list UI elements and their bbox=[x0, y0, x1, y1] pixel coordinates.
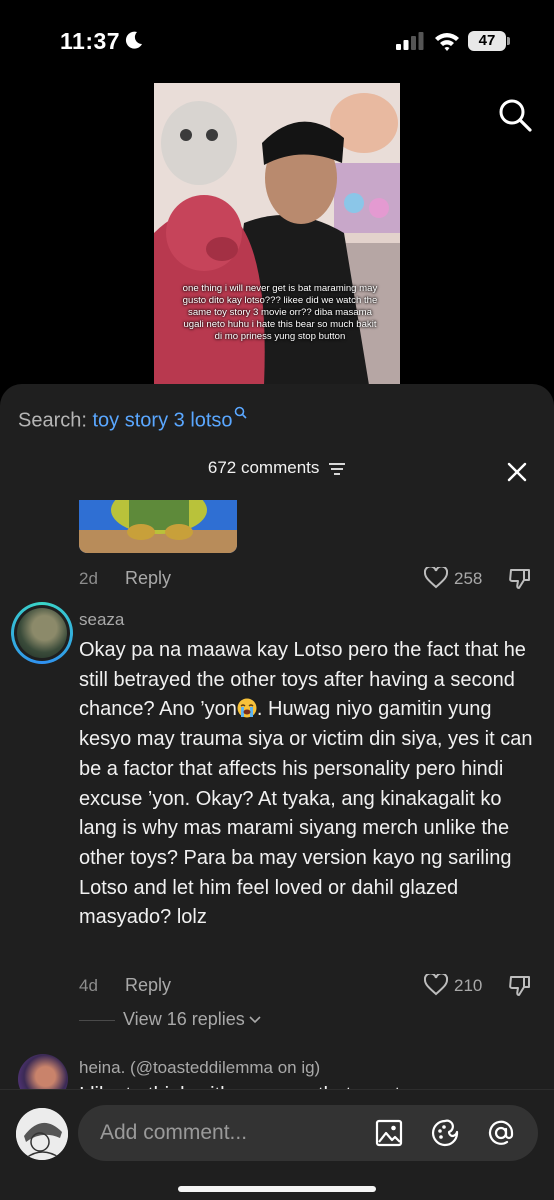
avatar[interactable] bbox=[16, 1108, 68, 1160]
like-count: 210 bbox=[454, 976, 483, 995]
status-bar: 11:37 47 bbox=[0, 0, 554, 80]
comment-age: 2d bbox=[79, 569, 98, 588]
comment-image[interactable] bbox=[79, 500, 237, 553]
chevron-down-icon bbox=[249, 1016, 261, 1024]
dislike-icon[interactable] bbox=[508, 566, 532, 590]
heart-icon[interactable] bbox=[424, 567, 448, 589]
sticker-icon[interactable] bbox=[430, 1118, 460, 1148]
signal-icon bbox=[396, 32, 424, 50]
status-time: 11:37 bbox=[60, 28, 121, 54]
search-icon[interactable] bbox=[497, 97, 533, 133]
comment-input-pill[interactable] bbox=[78, 1105, 538, 1161]
search-label: Search: bbox=[18, 409, 87, 432]
battery-level: 47 bbox=[468, 31, 506, 51]
filter-icon[interactable] bbox=[328, 462, 346, 476]
heart-icon[interactable] bbox=[424, 974, 448, 996]
moon-icon bbox=[125, 31, 142, 49]
comment-age: 4d bbox=[79, 976, 98, 995]
view-replies-button[interactable]: View 16 replies bbox=[79, 1009, 261, 1030]
like-count: 258 bbox=[454, 569, 483, 588]
comment-username[interactable]: heina. (@toasteddilemma on ig) bbox=[79, 1058, 320, 1078]
comments-count: 672 comments bbox=[207, 458, 320, 477]
comments-sheet: Search: toy story 3 lotso 672 comments 2… bbox=[0, 384, 554, 1200]
comment-text: Okay pa na maawa kay Lotso pero the fact… bbox=[79, 636, 541, 933]
battery-icon: 47 bbox=[468, 31, 510, 51]
video-caption: one thing i will never get is bat marami… bbox=[182, 283, 378, 342]
video-thumbnail[interactable]: one thing i will never get is bat marami… bbox=[154, 83, 400, 385]
comment-text-part2: . Huwag niyo gamitin yung kesyo may trau… bbox=[79, 698, 533, 929]
view-replies-label: View 16 replies bbox=[123, 1009, 245, 1029]
close-icon[interactable] bbox=[506, 461, 528, 483]
crying-emoji-icon bbox=[237, 698, 257, 718]
related-search[interactable]: Search: toy story 3 lotso bbox=[18, 406, 247, 433]
comment-input[interactable] bbox=[100, 1105, 360, 1161]
wifi-icon bbox=[435, 33, 459, 51]
comment-input-bar bbox=[0, 1089, 554, 1200]
at-icon[interactable] bbox=[486, 1118, 516, 1148]
avatar[interactable] bbox=[11, 602, 73, 664]
reply-button[interactable]: Reply bbox=[125, 568, 171, 589]
search-query-link[interactable]: toy story 3 lotso bbox=[93, 410, 233, 432]
comment-username[interactable]: seaza bbox=[79, 610, 124, 630]
search-icon bbox=[234, 406, 247, 419]
image-icon[interactable] bbox=[374, 1118, 404, 1148]
home-indicator[interactable] bbox=[178, 1186, 376, 1192]
comments-header: 672 comments bbox=[0, 458, 554, 478]
reply-button[interactable]: Reply bbox=[125, 975, 171, 996]
dislike-icon[interactable] bbox=[508, 973, 532, 997]
